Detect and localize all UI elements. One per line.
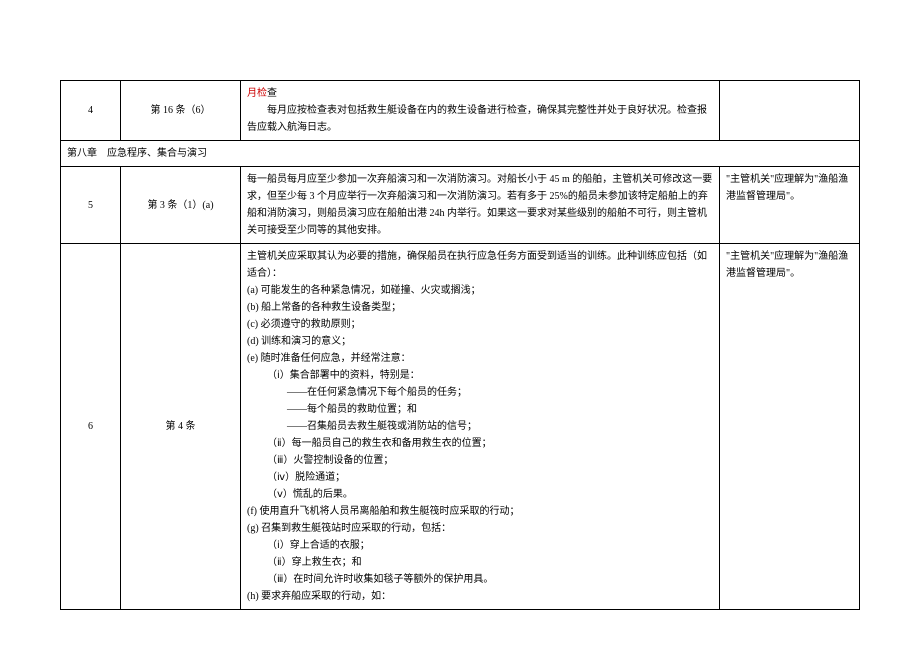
table-row: 6 第 4 条 主管机关应采取其认为必要的措施，确保船员在执行应急任务方面受到适…	[61, 244, 860, 610]
item-a: (a) 可能发生的各种紧急情况，如碰撞、火灾或搁浅；	[247, 282, 713, 299]
article-ref: 第 16 条（6）	[121, 81, 241, 141]
regulation-table: 4 第 16 条（6） 月检查 每月应按检查表对包括救生艇设备在内的救生设备进行…	[60, 80, 860, 610]
intro-text: 主管机关应采取其认为必要的措施，确保船员在执行应急任务方面受到适当的训练。此种训…	[247, 248, 713, 282]
item-e-i: （ⅰ）集合部署中的资料，特别是：	[247, 367, 713, 384]
item-e: (e) 随时准备任何应急，并经常注意：	[247, 350, 713, 367]
item-d: (d) 训练和演习的意义；	[247, 333, 713, 350]
red-heading: 月检	[247, 88, 267, 99]
note-cell	[720, 81, 860, 141]
note-cell: "主管机关"应理解为"渔船渔港监督管理局"。	[720, 167, 860, 244]
content-cell: 主管机关应采取其认为必要的措施，确保船员在执行应急任务方面受到适当的训练。此种训…	[241, 244, 720, 610]
row-number: 4	[61, 81, 121, 141]
item-e-iii: （ⅲ）火警控制设备的位置；	[247, 452, 713, 469]
item-g-ii: （ⅱ）穿上救生衣；和	[247, 554, 713, 571]
item-e-i-3: ——召集船员去救生艇筏或消防站的信号；	[247, 418, 713, 435]
item-e-iv: （ⅳ）脱险通道；	[247, 469, 713, 486]
article-ref: 第 3 条（1）(a)	[121, 167, 241, 244]
table-row: 5 第 3 条（1）(a) 每一船员每月应至少参加一次弃船演习和一次消防演习。对…	[61, 167, 860, 244]
section-header: 第八章 应急程序、集合与演习	[61, 141, 860, 167]
item-g-i: （ⅰ）穿上合适的衣服；	[247, 537, 713, 554]
item-g-iii: （ⅲ）在时间允许时收集如毯子等额外的保护用具。	[247, 571, 713, 588]
section-header-row: 第八章 应急程序、集合与演习	[61, 141, 860, 167]
item-f: (f) 使用直升飞机将人员吊离船舶和救生艇筏时应采取的行动；	[247, 503, 713, 520]
item-e-ii: （ⅱ）每一船员自己的救生衣和备用救生衣的位置；	[247, 435, 713, 452]
heading-tail: 查	[267, 88, 277, 99]
article-ref: 第 4 条	[121, 244, 241, 610]
content-text: 每月应按检查表对包括救生艇设备在内的救生设备进行检查，确保其完整性并处于良好状况…	[247, 102, 713, 136]
item-c: (c) 必须遵守的救助原则；	[247, 316, 713, 333]
note-cell: "主管机关"应理解为"渔船渔港监督管理局"。	[720, 244, 860, 610]
item-h: (h) 要求弃船应采取的行动，如：	[247, 588, 713, 605]
item-g: (g) 召集到救生艇筏站时应采取的行动，包括：	[247, 520, 713, 537]
row-number: 5	[61, 167, 121, 244]
item-e-i-1: ——在任何紧急情况下每个船员的任务；	[247, 384, 713, 401]
item-b: (b) 船上常备的各种救生设备类型；	[247, 299, 713, 316]
row-number: 6	[61, 244, 121, 610]
table-row: 4 第 16 条（6） 月检查 每月应按检查表对包括救生艇设备在内的救生设备进行…	[61, 81, 860, 141]
content-cell: 每一船员每月应至少参加一次弃船演习和一次消防演习。对船长小于 45 m 的船舶，…	[241, 167, 720, 244]
item-e-i-2: ——每个船员的救助位置；和	[247, 401, 713, 418]
content-cell: 月检查 每月应按检查表对包括救生艇设备在内的救生设备进行检查，确保其完整性并处于…	[241, 81, 720, 141]
item-e-v: （ⅴ）慌乱的后果。	[247, 486, 713, 503]
